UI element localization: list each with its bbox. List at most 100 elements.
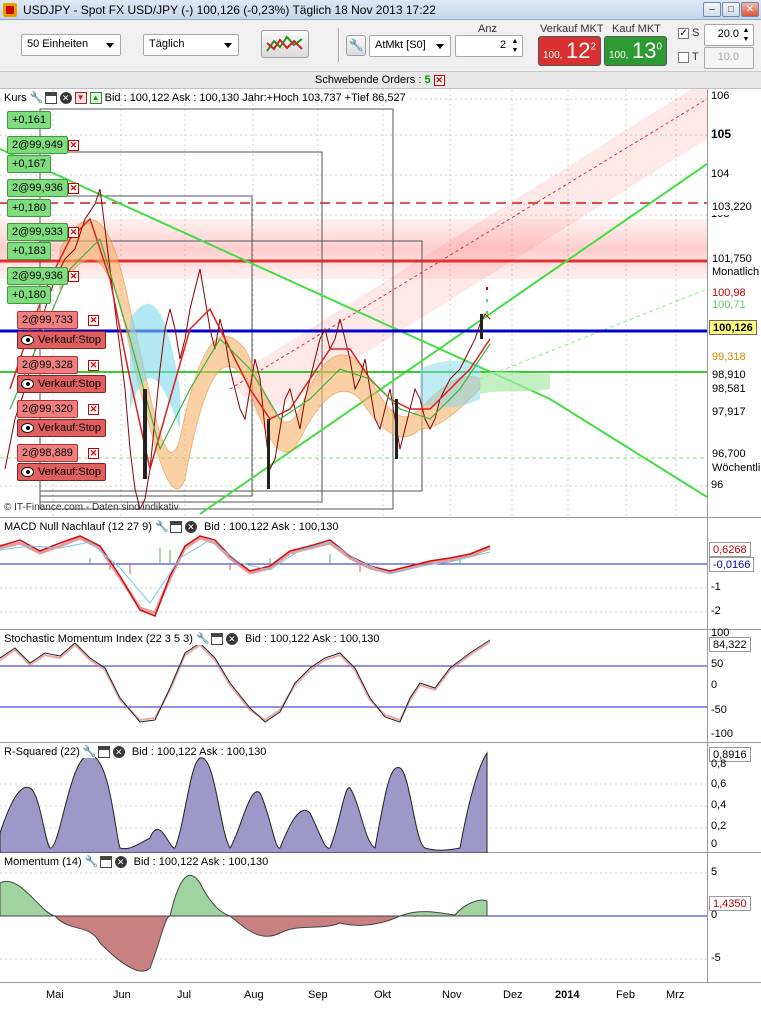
price-level-tag: 98,581 (709, 382, 749, 397)
sell-stop-order-tag[interactable]: Verkauf:Stop (17, 463, 106, 481)
order-tag-label: 2@99,933 (12, 226, 63, 238)
stepper-down-icon[interactable]: ▼ (510, 46, 520, 55)
window-icon[interactable] (99, 856, 112, 868)
order-tag[interactable]: +0,180 (7, 286, 51, 304)
wrench-icon[interactable]: 🔧 (154, 521, 169, 533)
target-label: T (692, 51, 699, 63)
sell-stop-order-tag[interactable]: Verkauf:Stop (17, 331, 106, 349)
order-tag-label: 2@99,949 (12, 139, 63, 151)
wrench-icon[interactable]: 🔧 (82, 746, 97, 758)
wrench-icon[interactable]: 🔧 (195, 633, 210, 645)
close-icon[interactable]: ✕ (68, 227, 79, 238)
close-icon[interactable]: ✕ (68, 183, 79, 194)
stepper-up-icon[interactable]: ▲ (741, 26, 751, 35)
sell-market-button[interactable]: 100, 122 (538, 36, 601, 66)
axis-tick: 106 (711, 90, 730, 102)
target-input[interactable]: 10.0 (704, 47, 754, 69)
price-level-tag: Monatlich (709, 265, 761, 280)
stop-label: S (692, 27, 700, 39)
order-tag[interactable]: +0,167 (7, 155, 51, 173)
close-icon[interactable]: ✕ (59, 92, 72, 104)
date-tick: Mrz (666, 989, 685, 1001)
sell-stop-order-tag[interactable]: Verkauf:Stop (17, 419, 106, 437)
stepper-down-icon[interactable]: ▼ (741, 35, 751, 44)
toolbar-divider (338, 28, 340, 62)
close-icon[interactable]: ✕ (114, 856, 127, 868)
momentum-chart[interactable] (0, 853, 761, 983)
order-tag[interactable]: 2@99,936 (7, 267, 68, 285)
close-icon[interactable]: ✕ (68, 140, 79, 151)
close-icon[interactable]: ✕ (184, 521, 197, 533)
order-tag-label: Verkauf:Stop (38, 378, 101, 390)
window-icon[interactable] (97, 746, 110, 758)
order-tag[interactable]: 2@99,949 (7, 136, 68, 154)
period-select-value: Täglich (149, 38, 185, 50)
date-tick: Dez (503, 989, 523, 1001)
axis-tick: 0 (711, 838, 718, 850)
close-icon[interactable]: ✕ (112, 746, 125, 758)
date-tick: Sep (308, 989, 328, 1001)
qty-stepper[interactable]: 2 ▲ ▼ (455, 35, 523, 57)
price-level-tag: 103,220 (709, 200, 755, 215)
buy-market-button[interactable]: 100, 130 (604, 36, 667, 66)
order-tag[interactable]: +0,183 (7, 242, 51, 260)
order-type-select[interactable]: AtMkt [S0] (369, 35, 451, 57)
order-tag-label: 2@99,328 (22, 359, 73, 371)
close-icon[interactable]: ✕ (225, 633, 238, 645)
settings-wrench-button[interactable]: 🔧 (346, 35, 366, 56)
buy-price-big: 130 (631, 38, 662, 63)
maximize-button[interactable]: □ (722, 2, 740, 17)
window-icon[interactable] (44, 92, 57, 104)
order-tag[interactable]: 2@98,889 (17, 444, 78, 462)
sell-stop-order-tag[interactable]: Verkauf:Stop (17, 375, 106, 393)
price-chart[interactable] (0, 89, 761, 518)
order-tag[interactable]: 2@99,733 (17, 311, 78, 329)
stepper-up-icon[interactable]: ▲ (510, 37, 520, 46)
stop-checkbox[interactable]: ✓ (678, 28, 689, 39)
order-tag[interactable]: 2@99,328 (17, 356, 78, 374)
close-icon[interactable]: ✕ (433, 74, 445, 86)
chart-style-button[interactable] (261, 30, 309, 58)
app-icon (3, 2, 17, 17)
target-checkbox[interactable] (678, 52, 689, 63)
wrench-icon[interactable]: 🔧 (84, 856, 98, 868)
sell-label: Verkauf MKT (540, 23, 604, 35)
units-select[interactable]: 50 Einheiten (21, 34, 121, 56)
rsquared-panel: R-Squared (22) 🔧 ✕ Bid : 100,122 Ask : 1… (0, 743, 761, 853)
chevron-down-icon (224, 43, 232, 48)
pending-orders-label: Schwebende Orders : (315, 74, 425, 86)
close-icon[interactable]: ✕ (68, 271, 79, 282)
close-icon[interactable]: ✕ (88, 360, 99, 371)
trading-chart-window: USDJPY - Spot FX USD/JPY (-) 100,126 (-0… (0, 0, 761, 1018)
minimize-button[interactable]: – (703, 2, 721, 17)
smi-label: Stochastic Momentum Index (22 3 5 3) (4, 633, 193, 645)
close-icon[interactable]: ✕ (88, 448, 99, 459)
order-tag-label: +0,161 (12, 114, 46, 126)
window-icon[interactable] (210, 633, 223, 645)
arrow-up-icon[interactable]: ▲ (89, 92, 102, 104)
order-tag[interactable]: 2@99,320 (17, 400, 78, 418)
close-icon[interactable]: ✕ (88, 404, 99, 415)
close-button[interactable]: ✕ (741, 2, 759, 17)
arrow-down-icon[interactable]: ▼ (74, 92, 87, 104)
order-tag[interactable]: +0,161 (7, 111, 51, 129)
axis-tick: -2 (711, 605, 721, 617)
rsquared-chart[interactable] (0, 743, 761, 853)
order-tag[interactable]: +0,180 (7, 199, 51, 217)
order-tag[interactable]: 2@99,933 (7, 223, 68, 241)
target-value: 10.0 (717, 51, 739, 63)
qty-value: 2 (499, 39, 506, 51)
close-icon[interactable]: ✕ (88, 315, 99, 326)
order-tag[interactable]: 2@99,936 (7, 179, 68, 197)
date-tick: Mai (46, 989, 64, 1001)
wrench-icon[interactable]: 🔧 (29, 92, 43, 104)
eye-icon (21, 467, 34, 477)
period-select[interactable]: Täglich (143, 34, 239, 56)
date-tick: Jun (113, 989, 131, 1001)
macd-chart[interactable] (0, 518, 761, 630)
order-tag-label: +0,167 (12, 158, 46, 170)
smi-chart[interactable] (0, 630, 761, 743)
window-icon[interactable] (169, 521, 182, 533)
stop-input[interactable]: 20.0 ▲ ▼ (704, 24, 754, 46)
eye-icon (21, 335, 34, 345)
